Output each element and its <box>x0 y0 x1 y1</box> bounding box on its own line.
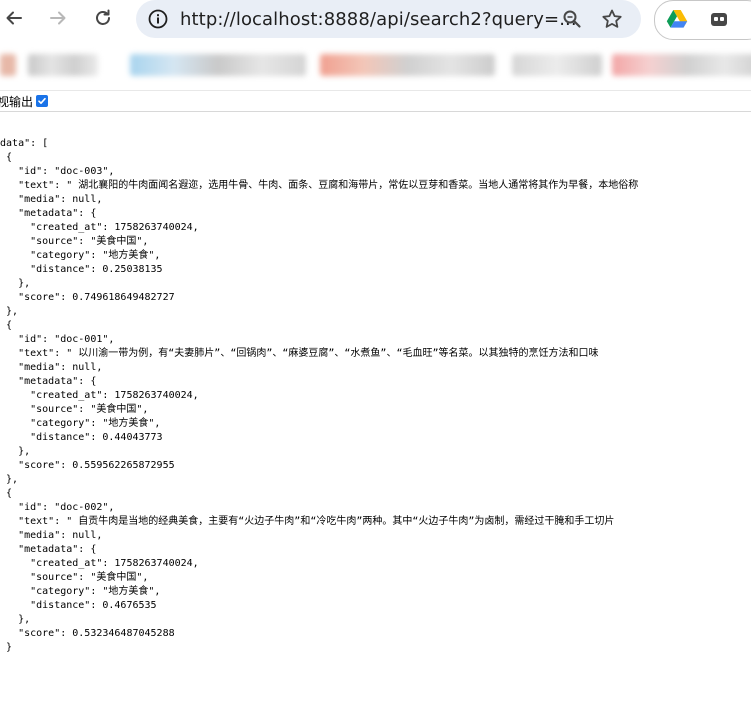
json-line: "metadata": { <box>0 208 97 219</box>
json-line: }, <box>18 614 31 625</box>
forward-arrow-icon[interactable] <box>44 4 72 32</box>
json-line: "text": " 湖北襄阳的牛肉面闻名遐迩，选用牛骨、牛肉、面条、豆腐和海带片… <box>0 180 639 191</box>
json-line: ] <box>0 655 638 669</box>
extensions-group <box>654 0 751 40</box>
bookmark-item[interactable] <box>130 54 306 76</box>
json-line: "media": null, <box>0 362 103 373</box>
divider <box>0 111 751 112</box>
bookmark-item[interactable] <box>512 54 602 76</box>
json-line: "score": 0.532346487045288 <box>0 628 175 639</box>
json-line: "media": null, <box>0 194 103 205</box>
json-line: "metadata": { <box>0 376 97 387</box>
site-info-icon[interactable] <box>144 5 172 33</box>
json-line: }, <box>6 474 19 485</box>
reload-icon[interactable] <box>89 4 117 32</box>
pretty-print-bar: 视输出 <box>0 92 751 110</box>
divider <box>0 90 751 91</box>
json-line: } <box>6 642 13 653</box>
json-line: "category": "地方美食", <box>0 250 161 261</box>
json-line: { <box>6 152 13 163</box>
json-line: "id": "doc-001", <box>0 334 115 345</box>
address-bar[interactable]: http://localhost:8888/api/search2?query=… <box>136 0 641 38</box>
bookmark-item[interactable] <box>28 54 98 76</box>
json-line: "created_at": 1758263740024, <box>0 390 199 401</box>
json-line: "distance": 0.44043773 <box>0 432 163 443</box>
google-drive-icon[interactable] <box>663 5 691 33</box>
json-line: "score": 0.749618649482727 <box>0 292 175 303</box>
extension-icon[interactable] <box>705 5 733 33</box>
back-arrow-icon[interactable] <box>0 4 28 32</box>
pretty-print-checkbox[interactable] <box>36 95 49 107</box>
json-line: "created_at": 1758263740024, <box>0 222 199 233</box>
json-line: "id": "doc-003", <box>0 166 115 177</box>
json-viewer: "data": [ { "id": "doc-003", "text": " 湖… <box>0 137 638 669</box>
json-line: "id": "doc-002", <box>0 502 115 513</box>
json-line: "distance": 0.25038135 <box>0 264 163 275</box>
url-text[interactable]: http://localhost:8888/api/search2?query=… <box>180 9 577 30</box>
json-line: "source": "美食中国", <box>0 572 149 583</box>
json-line: "metadata": { <box>0 544 97 555</box>
zoom-icon[interactable] <box>558 5 586 33</box>
json-line: "text": " 自贡牛肉是当地的经典美食，主要有“火边子牛肉”和“冷吃牛肉”… <box>0 516 615 527</box>
json-line: "data": [ <box>0 138 49 149</box>
json-line: "distance": 0.4676535 <box>0 600 157 611</box>
json-line: "source": "美食中国", <box>0 236 149 247</box>
bookmark-item[interactable] <box>320 54 495 76</box>
json-line: "score": 0.559562265872955 <box>0 460 175 471</box>
json-line: "category": "地方美食", <box>0 418 161 429</box>
json-line: }, <box>6 306 19 317</box>
pretty-print-label: 视输出 <box>0 94 34 109</box>
bookmark-item[interactable] <box>612 54 751 76</box>
json-line: }, <box>18 446 31 457</box>
star-icon[interactable] <box>598 5 626 33</box>
browser-toolbar: http://localhost:8888/api/search2?query=… <box>0 0 751 40</box>
json-line: "category": "地方美食", <box>0 586 161 597</box>
json-line: { <box>6 320 13 331</box>
json-line: "text": " 以川渝一带为例，有“夫妻肺片”、“回锅肉”、“麻婆豆腐”、“… <box>0 348 599 359</box>
json-line: { <box>6 488 13 499</box>
json-line: "created_at": 1758263740024, <box>0 558 199 569</box>
bookmarks-bar <box>0 46 751 82</box>
json-line: "media": null, <box>0 530 103 541</box>
json-line: "source": "美食中国", <box>0 404 149 415</box>
bookmark-item[interactable] <box>0 54 16 76</box>
json-line: }, <box>18 278 31 289</box>
